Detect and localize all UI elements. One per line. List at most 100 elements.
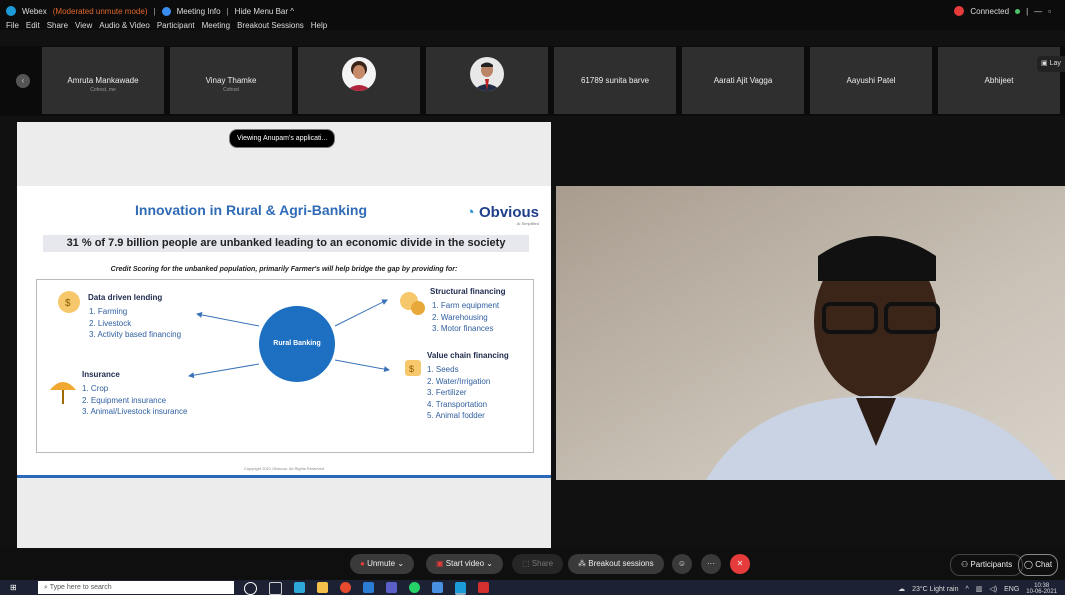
slide-title: Innovation in Rural & Agri-Banking (135, 202, 368, 218)
menu-file[interactable]: File (6, 21, 19, 30)
svg-text:$: $ (65, 298, 71, 309)
participant-tile[interactable]: Aarati Ajit Vagga (682, 47, 804, 114)
unmute-mode-label: (Moderated unmute mode) (52, 6, 148, 16)
breakout-sessions-button[interactable]: ⁂ Breakout sessions (568, 554, 664, 574)
participant-name: Aarati Ajit Vagga (713, 76, 773, 85)
viewing-indicator[interactable]: Viewing Anupam's applicati... (229, 129, 336, 148)
menu-edit[interactable]: Edit (26, 21, 40, 30)
menu-share[interactable]: Share (47, 21, 68, 30)
participant-tile[interactable]: Vinay Thamke Cohost (170, 47, 292, 114)
webex-taskbar-icon[interactable] (455, 582, 466, 595)
connection-dot-icon (1015, 8, 1021, 14)
participants-button[interactable]: ⚇ Participants (950, 554, 1024, 576)
recording-icon (954, 6, 965, 16)
rural-banking-diagram: Rural Banking $ Data driven lending 1. F… (36, 279, 534, 453)
pdf-reader-icon[interactable] (478, 582, 489, 593)
participant-role: Cohost (223, 87, 239, 93)
input-language[interactable]: ENG (1004, 586, 1019, 593)
data-lending-title: Data driven lending (88, 293, 163, 302)
whatsapp-icon[interactable] (409, 582, 420, 593)
video-off-icon: ▣ (436, 559, 444, 568)
unmute-button[interactable]: ● Unmute ⌄ (350, 554, 415, 574)
participant-tile[interactable]: Amruta Mankawade Cohost, me (42, 47, 164, 114)
connection-status: Connected (970, 6, 1010, 16)
insurance-title: Insurance (82, 370, 120, 379)
participant-name: Vinay Thamke (205, 76, 257, 85)
participant-avatar (342, 57, 376, 91)
leave-meeting-button[interactable]: ✕ (730, 554, 750, 574)
insurance-list: 1. Crop 2. Equipment insurance 3. Animal… (82, 384, 188, 416)
taskbar-search-input[interactable]: ⌕ Type here to search (38, 581, 234, 594)
share-button[interactable]: ⬚ Share (512, 554, 564, 574)
system-tray: ☁ 23°C Light rain ^ ▥ ◁) ENG 10:38 10-06… (898, 583, 1057, 595)
menu-audio-video[interactable]: Audio & Video (99, 21, 150, 30)
layout-button[interactable]: ▣ Lay (1037, 56, 1065, 72)
info-icon (161, 6, 171, 16)
tray-expand-icon[interactable]: ^ (965, 586, 968, 593)
meeting-info-button[interactable]: Meeting Info (177, 7, 221, 16)
participant-avatar (470, 57, 504, 91)
participants-icon: ⚇ (961, 560, 969, 569)
shared-content-area: Viewing Anupam's applicati... ⇱ ✎ ⊕ ⊖ In… (17, 122, 551, 548)
reactions-button[interactable]: ☺ (672, 554, 692, 574)
svg-text:$: $ (409, 364, 414, 374)
weather-status[interactable]: 23°C Light rain (912, 586, 958, 593)
speaker-video-frame (556, 186, 1065, 480)
menu-bar: File Edit Share View Audio & Video Parti… (6, 21, 327, 30)
file-explorer-icon[interactable] (317, 582, 328, 593)
participant-name: 61789 sunita barve (580, 76, 650, 85)
menu-participant[interactable]: Participant (157, 21, 195, 30)
logo-tagline: AI Simplified (516, 221, 539, 226)
teams-icon[interactable] (386, 582, 397, 593)
participant-name: Abhijeet (984, 76, 1014, 85)
clock[interactable]: 10:38 10-06-2021 (1026, 583, 1057, 595)
menu-meeting[interactable]: Meeting (202, 21, 230, 30)
data-lending-list: 1. Farming 2. Livestock 3. Activity base… (89, 307, 182, 339)
participant-tile[interactable] (426, 47, 548, 114)
title-bar: Webex (Moderated unmute mode) | Meeting … (0, 0, 1065, 30)
participant-name: Aayushi Patel (846, 76, 896, 85)
menu-view[interactable]: View (75, 21, 92, 30)
chat-icon: ◯ (1024, 560, 1033, 569)
chrome-icon[interactable] (340, 582, 351, 593)
money-hand-icon: $ (405, 360, 421, 376)
structural-list: 1. Farm equipment 2. Warehousing 3. Moto… (432, 301, 500, 333)
edge-icon[interactable] (294, 582, 305, 593)
value-chain-list: 1. Seeds 2. Water/Irrigation 3. Fertiliz… (427, 365, 491, 420)
active-speaker-video[interactable] (556, 186, 1065, 480)
more-options-button[interactable]: ··· (701, 554, 721, 574)
slide-copyright: Copyright 2021 Obvious. All Rights Reser… (243, 466, 325, 471)
meeting-controls: ● Unmute ⌄ ▣ Start video ⌄ ⬚ Share ⁂ Bre… (0, 548, 1065, 580)
value-chain-title: Value chain financing (427, 351, 509, 360)
participant-tile[interactable]: 61789 sunita barve (554, 47, 676, 114)
chat-button[interactable]: ◯ Chat (1018, 554, 1059, 576)
windows-start-icon[interactable]: ⊞ (10, 583, 17, 592)
presentation-slide: Innovation in Rural & Agri-Banking ◔ Obv… (17, 186, 551, 478)
company-logo: ◔ Obvious (465, 204, 539, 221)
scroll-left-icon[interactable]: ‹ (16, 74, 30, 88)
participant-tile[interactable] (298, 47, 420, 114)
minimize-button[interactable]: — (1034, 7, 1042, 16)
menu-help[interactable]: Help (311, 21, 327, 30)
participant-tile[interactable]: Aayushi Patel (810, 47, 932, 114)
menu-breakout[interactable]: Breakout Sessions (237, 21, 304, 30)
slide-banner: 31 % of 7.9 billion people are unbanked … (43, 235, 529, 252)
mic-muted-icon: ● (360, 559, 365, 568)
maximize-button[interactable]: ▫ (1048, 7, 1051, 16)
start-video-button[interactable]: ▣ Start video ⌄ (426, 554, 503, 574)
outlook-icon[interactable] (363, 582, 374, 593)
slide-footer-bar (17, 475, 551, 478)
network-icon[interactable]: ▥ (976, 585, 983, 593)
webex-logo-icon (6, 6, 16, 16)
volume-icon[interactable]: ◁) (989, 585, 997, 593)
cortana-icon[interactable] (244, 582, 257, 595)
drive-icon[interactable] (432, 582, 443, 593)
rural-banking-node: Rural Banking (259, 306, 335, 382)
task-view-icon[interactable] (269, 582, 282, 595)
participant-name: Amruta Mankawade (67, 76, 139, 85)
umbrella-icon (50, 382, 76, 404)
taskbar-apps (244, 582, 489, 595)
slide-subtitle: Credit Scoring for the unbanked populati… (110, 266, 458, 273)
hide-menu-bar-button[interactable]: Hide Menu Bar ^ (235, 7, 294, 16)
windows-taskbar: ⊞ ⌕ Type here to search ☁ 23°C Light rai… (0, 580, 1065, 595)
